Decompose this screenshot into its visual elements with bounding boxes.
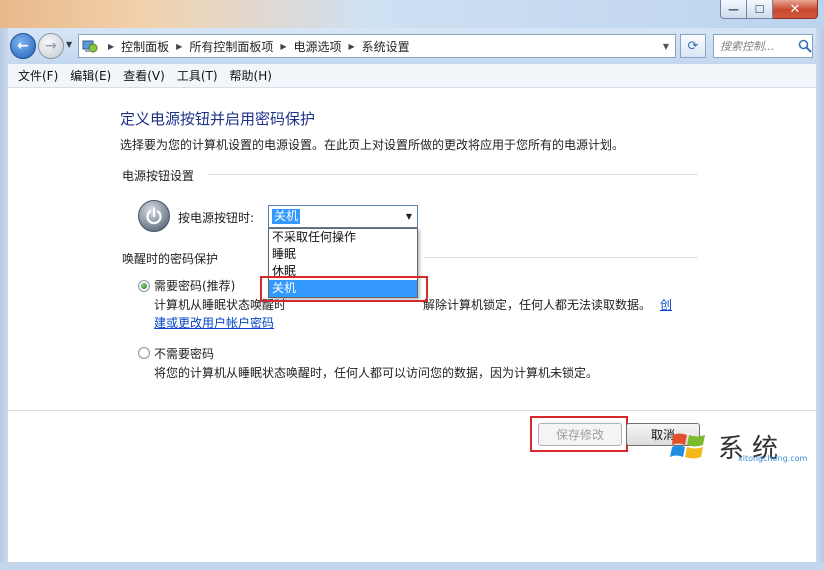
page-description: 选择要为您的计算机设置的电源设置。在此页上对设置所做的更改将应用于您所有的电源计… xyxy=(120,138,625,152)
power-action-select[interactable]: 关机 ▼ xyxy=(268,205,418,228)
option-sleep[interactable]: 睡眠 xyxy=(269,246,417,263)
password-section-heading: 唤醒时的密码保护 xyxy=(122,252,219,266)
annotation-highlight-box xyxy=(530,416,628,452)
main-content: 定义电源按钮并启用密码保护 选择要为您的计算机设置的电源设置。在此页上对设置所做… xyxy=(8,88,816,562)
menu-view[interactable]: 查看(V) xyxy=(117,67,171,84)
power-button-label: 按电源按钮时: xyxy=(178,211,255,225)
forward-button[interactable]: → xyxy=(38,33,64,59)
breadcrumb-separator-icon[interactable]: ▶ xyxy=(349,42,355,51)
control-panel-icon xyxy=(79,35,101,57)
search-icon[interactable] xyxy=(798,39,812,53)
close-button[interactable]: ✕ xyxy=(773,0,818,19)
refresh-button[interactable]: ⟳ xyxy=(680,34,706,58)
no-password-label[interactable]: 不需要密码 xyxy=(154,345,214,362)
navigation-bar: ← → ▼ ▶ 控制面板 ▶ 所有控制面板项 ▶ 电源选项 ▶ 系统设置 ▼ ⟳ xyxy=(0,28,824,64)
window-frame-right xyxy=(816,28,824,570)
search-input[interactable] xyxy=(720,39,798,53)
menu-file[interactable]: 文件(F) xyxy=(12,67,64,84)
power-action-selected-value: 关机 xyxy=(272,209,301,224)
option-do-nothing[interactable]: 不采取任何操作 xyxy=(269,229,417,246)
menu-help[interactable]: 帮助(H) xyxy=(224,67,278,84)
page-title: 定义电源按钮并启用密码保护 xyxy=(120,110,316,128)
section-divider xyxy=(424,257,698,258)
power-icon xyxy=(138,200,170,232)
window-frame-bottom xyxy=(0,562,824,570)
breadcrumb-separator-icon[interactable]: ▶ xyxy=(176,42,182,51)
history-dropdown-icon[interactable]: ▼ xyxy=(66,40,72,49)
footer-divider xyxy=(8,410,816,411)
title-bar: — ☐ ✕ xyxy=(0,0,824,28)
menu-tools[interactable]: 工具(T) xyxy=(171,67,224,84)
breadcrumb-system-settings[interactable]: 系统设置 xyxy=(362,38,410,55)
chevron-down-icon[interactable]: ▼ xyxy=(401,212,417,221)
require-password-desc-right: 解除计算机锁定，任何人都无法读取数据。 xyxy=(423,298,652,312)
require-password-label[interactable]: 需要密码(推荐) xyxy=(154,277,235,294)
maximize-button[interactable]: ☐ xyxy=(747,0,773,19)
radio-selected-dot xyxy=(141,283,147,289)
breadcrumb-control-panel[interactable]: 控制面板 xyxy=(121,38,169,55)
section-divider xyxy=(208,174,698,175)
breadcrumb-separator-icon: ▶ xyxy=(108,41,115,51)
create-password-link-part1[interactable]: 创 xyxy=(660,296,672,313)
address-dropdown-icon[interactable]: ▼ xyxy=(657,35,675,57)
caption-buttons: — ☐ ✕ xyxy=(720,0,818,19)
no-password-desc: 将您的计算机从睡眠状态唤醒时，任何人都可以访问您的数据，因为计算机未锁定。 xyxy=(154,366,599,380)
create-password-link[interactable]: 建或更改用户帐户密码 xyxy=(154,314,274,331)
breadcrumb-separator-icon[interactable]: ▶ xyxy=(280,42,286,51)
search-box[interactable] xyxy=(713,34,813,58)
no-password-radio[interactable] xyxy=(138,347,150,359)
annotation-highlight-box xyxy=(260,276,428,302)
back-button[interactable]: ← xyxy=(10,33,36,59)
power-button-section-heading: 电源按钮设置 xyxy=(122,169,195,183)
address-bar[interactable]: ▶ 控制面板 ▶ 所有控制面板项 ▶ 电源选项 ▶ 系统设置 ▼ xyxy=(78,34,676,58)
watermark-subtext: xitongcheng.com xyxy=(738,454,808,463)
menu-bar: 文件(F) 编辑(E) 查看(V) 工具(T) 帮助(H) xyxy=(8,64,816,88)
breadcrumb-all-items[interactable]: 所有控制面板项 xyxy=(189,38,273,55)
window-frame-left xyxy=(0,28,8,570)
windows-logo-icon xyxy=(670,433,705,459)
require-password-radio[interactable] xyxy=(138,280,150,292)
menu-edit[interactable]: 编辑(E) xyxy=(64,67,117,84)
watermark: 系统 xitongcheng.com xyxy=(662,426,812,466)
breadcrumb-power-options[interactable]: 电源选项 xyxy=(294,38,342,55)
minimize-button[interactable]: — xyxy=(720,0,747,19)
